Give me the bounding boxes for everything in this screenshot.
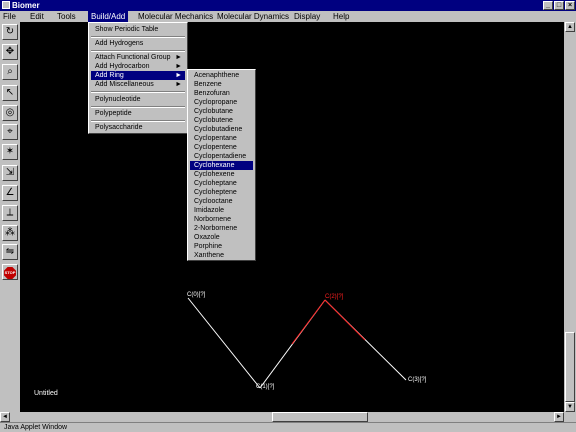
bond-length-icon[interactable]: ⇲	[2, 165, 18, 181]
menu-item-polypeptide[interactable]: Polypeptide	[91, 109, 185, 118]
ring-item-cyclobutene[interactable]: Cyclobutene	[190, 116, 253, 125]
scroll-left-icon[interactable]: ◄	[0, 412, 10, 422]
bond-c1-c2-selected	[291, 299, 326, 345]
scroll-right-icon[interactable]: ►	[554, 412, 564, 422]
menu-item-add-ring[interactable]: Add Ring ►	[91, 71, 185, 80]
ring-item-cycloheptane[interactable]: Cycloheptane	[190, 179, 253, 188]
bond-c0-c1	[187, 297, 261, 389]
app-icon	[2, 1, 10, 9]
ring-item-imidazole[interactable]: Imidazole	[190, 206, 253, 215]
ring-item-acenaphthene[interactable]: Acenaphthene	[190, 71, 253, 80]
ring-item-cycloheptene[interactable]: Cycloheptene	[190, 188, 253, 197]
tool-palette: ↻ ✥ ⌕ ↖ ◎ ⌖ ✶ ⇲ ∠ ⟂ ⁂ ⇋ STOP	[0, 22, 20, 412]
dihedral-icon[interactable]: ⟂	[2, 205, 18, 221]
ring-item-cyclohexane[interactable]: Cyclohexane	[190, 161, 253, 170]
ring-item-xanthene[interactable]: Xanthene	[190, 251, 253, 260]
minimize-button[interactable]: _	[543, 1, 553, 10]
lasso-icon[interactable]: ◎	[2, 105, 18, 121]
menu-item-label: Add Miscellaneous	[95, 81, 154, 88]
ring-item-porphine[interactable]: Porphine	[190, 242, 253, 251]
translate-icon[interactable]: ✥	[2, 44, 18, 60]
menu-file[interactable]: File	[0, 11, 19, 22]
menu-separator	[91, 50, 185, 52]
submenu-arrow-icon: ►	[175, 72, 182, 79]
menu-molecular-mechanics[interactable]: Molecular Mechanics	[135, 11, 216, 22]
atom-label-c1[interactable]: C(1)[?]	[256, 384, 274, 391]
menu-item-add-hydrocarbon[interactable]: Add Hydrocarbon ►	[91, 62, 185, 71]
ring-item-cyclobutane[interactable]: Cyclobutane	[190, 107, 253, 116]
select-molecule-icon[interactable]: ✶	[2, 144, 18, 160]
select-atom-icon[interactable]: ⌖	[2, 124, 18, 140]
menu-separator	[91, 91, 185, 93]
menu-separator	[91, 36, 185, 38]
menu-display[interactable]: Display	[291, 11, 323, 22]
menu-molecular-dynamics[interactable]: Molecular Dynamics	[214, 11, 292, 22]
menu-item-add-hydrogens[interactable]: Add Hydrogens	[91, 39, 185, 48]
build-add-menu: Show Periodic Table Add Hydrogens Attach…	[88, 22, 188, 134]
menu-item-attach-functional-group[interactable]: Attach Functional Group ►	[91, 53, 185, 62]
menu-item-show-periodic-table[interactable]: Show Periodic Table	[91, 25, 185, 34]
atom-label-c2[interactable]: C(2)[?]	[325, 294, 343, 301]
ring-item-cyclopentadiene[interactable]: Cyclopentadiene	[190, 152, 253, 161]
ring-item-2-norbornene[interactable]: 2-Norbornene	[190, 224, 253, 233]
scroll-up-icon[interactable]: ▲	[565, 22, 575, 32]
horizontal-scroll-thumb[interactable]	[272, 412, 368, 422]
menu-bar: File Edit Tools Build/Add Molecular Mech…	[0, 11, 576, 22]
add-ring-submenu: Acenaphthene Benzene Benzofuran Cyclopro…	[187, 69, 256, 261]
bond-angle-icon[interactable]: ∠	[2, 185, 18, 201]
ring-item-cyclobutadiene[interactable]: Cyclobutadiene	[190, 125, 253, 134]
ring-item-cyclooctane[interactable]: Cyclooctane	[190, 197, 253, 206]
ring-item-cyclopropane[interactable]: Cyclopropane	[190, 98, 253, 107]
ring-item-cyclopentane[interactable]: Cyclopentane	[190, 134, 253, 143]
ring-item-cyclopentene[interactable]: Cyclopentene	[190, 143, 253, 152]
menu-separator	[91, 106, 185, 108]
status-bar: Java Applet Window	[0, 422, 576, 432]
atom-label-c0[interactable]: C(0)[?]	[187, 292, 205, 299]
title-bar: Biomer _ □ ×	[0, 0, 576, 11]
window-title: Biomer	[12, 1, 40, 10]
submenu-arrow-icon: ►	[175, 63, 182, 70]
menu-tools[interactable]: Tools	[54, 11, 79, 22]
menu-help[interactable]: Help	[330, 11, 352, 22]
ring-item-benzofuran[interactable]: Benzofuran	[190, 89, 253, 98]
menu-edit[interactable]: Edit	[27, 11, 47, 22]
add-atom-icon[interactable]: ⁂	[2, 225, 18, 241]
select-arrow-icon[interactable]: ↖	[2, 85, 18, 101]
atom-label-c3[interactable]: C(3)[?]	[408, 377, 426, 384]
stop-icon: STOP	[4, 267, 16, 279]
ring-item-benzene[interactable]: Benzene	[190, 80, 253, 89]
add-bond-icon[interactable]: ⇋	[2, 244, 18, 260]
ring-item-cyclohexene[interactable]: Cyclohexene	[190, 170, 253, 179]
ring-item-norbornene[interactable]: Norbornene	[190, 215, 253, 224]
bond-c2-c3-selected	[324, 299, 366, 341]
menu-item-label: Attach Functional Group	[95, 54, 171, 61]
rotate-icon[interactable]: ↻	[2, 24, 18, 40]
vertical-scrollbar[interactable]: ▲ ▼	[564, 22, 576, 420]
menu-item-label: Add Ring	[95, 72, 124, 79]
menu-item-add-miscellaneous[interactable]: Add Miscellaneous ►	[91, 80, 185, 89]
zoom-icon[interactable]: ⌕	[2, 64, 18, 80]
menu-item-label: Add Hydrocarbon	[95, 63, 150, 70]
menu-separator	[91, 120, 185, 122]
submenu-arrow-icon: ►	[175, 81, 182, 88]
close-button[interactable]: ×	[565, 1, 575, 10]
submenu-arrow-icon: ►	[175, 54, 182, 61]
menu-item-polynucleotide[interactable]: Polynucleotide	[91, 95, 185, 104]
stop-button[interactable]: STOP	[2, 264, 18, 280]
menu-item-polysaccharide[interactable]: Polysaccharide	[91, 123, 185, 132]
applet-status: Java Applet Window	[4, 424, 68, 431]
molecule-name-label: Untitled	[34, 390, 58, 397]
vertical-scroll-thumb[interactable]	[565, 332, 575, 402]
ring-item-oxazole[interactable]: Oxazole	[190, 233, 253, 242]
horizontal-scrollbar[interactable]: ◄ ►	[0, 412, 564, 422]
scroll-down-icon[interactable]: ▼	[565, 402, 575, 412]
maximize-button[interactable]: □	[554, 1, 564, 10]
menu-build-add[interactable]: Build/Add	[88, 11, 129, 22]
